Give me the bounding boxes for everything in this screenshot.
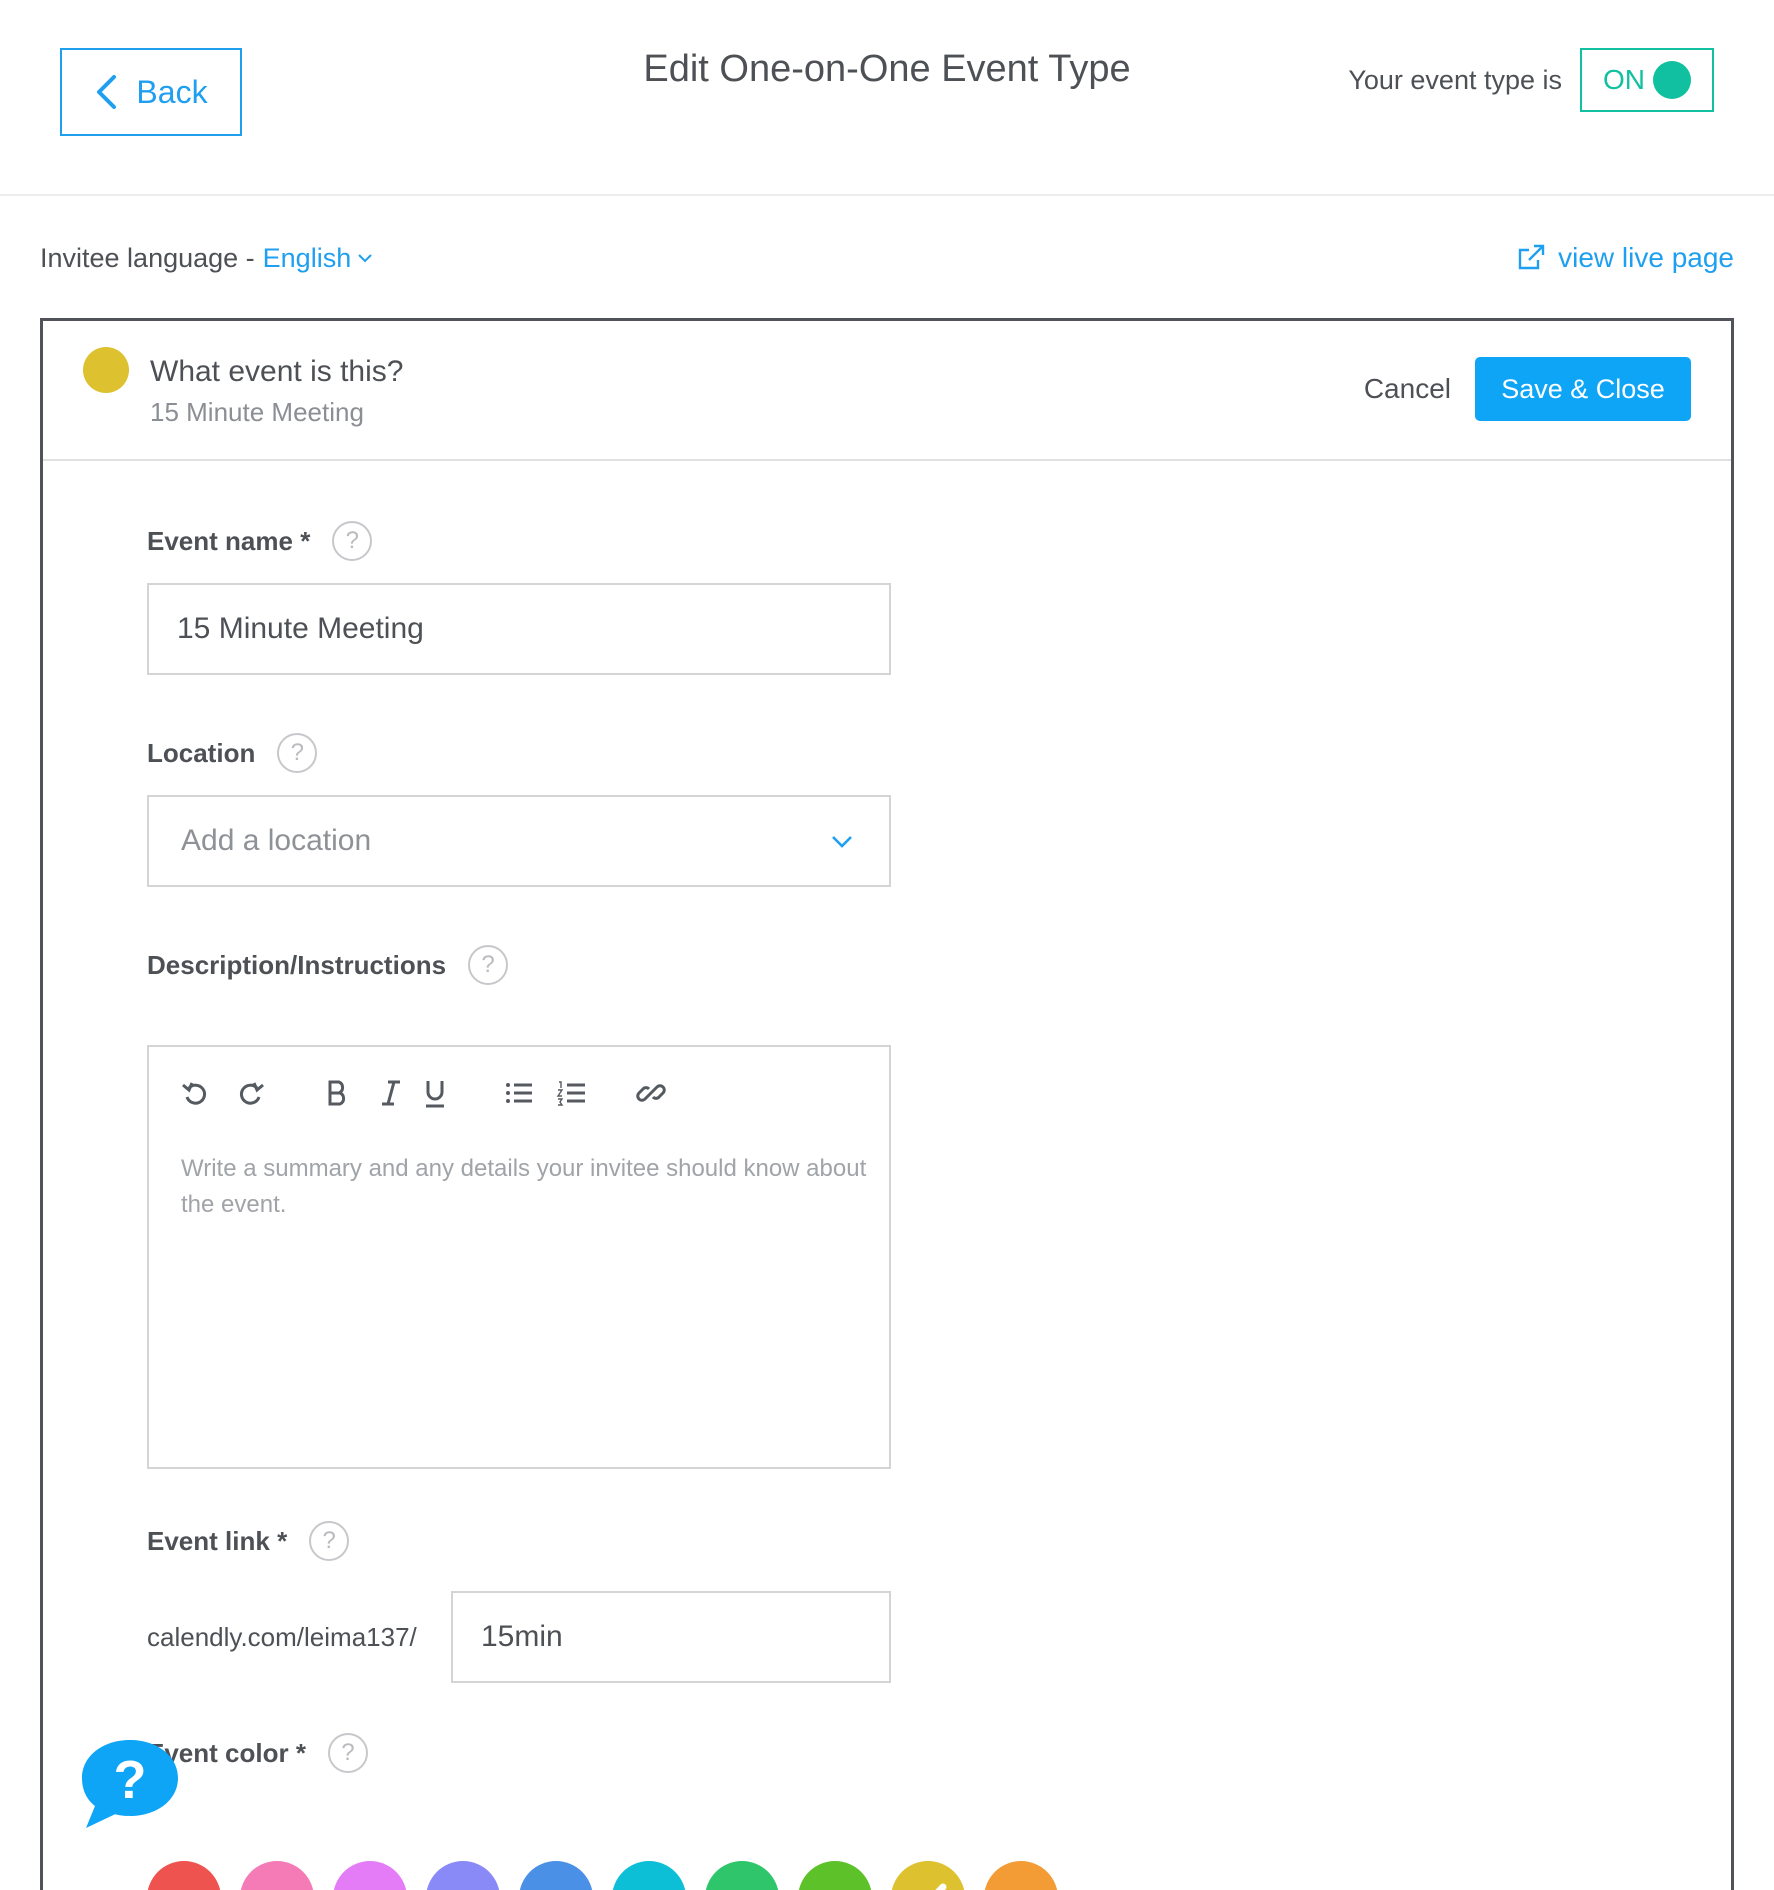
description-help-icon[interactable]: ? <box>468 945 509 985</box>
editor-toolbar <box>173 1071 673 1115</box>
top-bar: Back Edit One-on-One Event Type Your eve… <box>0 0 1774 196</box>
card-header: What event is this? 15 Minute Meeting Ca… <box>43 321 1731 461</box>
help-chat-symbol: ? <box>114 1750 147 1810</box>
checkmark-icon <box>935 1883 947 1890</box>
event-link-input[interactable]: 15min <box>451 1591 891 1683</box>
color-swatch[interactable] <box>147 1861 221 1890</box>
help-chat-icon: ? <box>82 1740 178 1828</box>
redo-icon[interactable] <box>229 1071 273 1115</box>
cancel-button[interactable]: Cancel <box>1364 373 1451 405</box>
help-chat-button[interactable]: ? <box>78 1736 182 1832</box>
card-title: What event is this? <box>150 355 404 388</box>
event-status-label: Your event type is <box>1348 64 1562 95</box>
undo-icon[interactable] <box>173 1071 217 1115</box>
location-placeholder: Add a location <box>181 824 372 857</box>
event-link-label-text: Event link <box>147 1525 270 1556</box>
required-marker: * <box>277 1525 288 1556</box>
bold-icon[interactable] <box>315 1071 359 1115</box>
bullet-list-icon[interactable] <box>497 1071 541 1115</box>
invitee-language: Invitee language - English <box>40 243 373 274</box>
color-swatch[interactable] <box>426 1861 500 1890</box>
color-swatch[interactable] <box>240 1861 314 1890</box>
event-link-label: Event link * ? <box>147 1521 350 1561</box>
description-placeholder: Write a summary and any details your inv… <box>181 1155 867 1218</box>
event-color-picker <box>147 1861 1058 1890</box>
save-close-button[interactable]: Save & Close <box>1475 357 1691 421</box>
toggle-label: ON <box>1603 64 1645 95</box>
location-label: Location ? <box>147 733 318 773</box>
required-marker: * <box>300 525 311 556</box>
view-live-page-label: view live page <box>1558 242 1734 273</box>
event-status: Your event type is ON <box>1348 48 1714 112</box>
numbered-list-icon[interactable] <box>549 1071 593 1115</box>
language-value: English <box>262 242 352 273</box>
description-label-text: Description/Instructions <box>147 949 447 980</box>
event-color-help-icon[interactable]: ? <box>327 1733 368 1773</box>
view-live-page-link[interactable]: view live page <box>1516 242 1734 274</box>
description-label: Description/Instructions ? <box>147 945 509 985</box>
chevron-down-icon <box>832 836 852 848</box>
event-status-toggle[interactable]: ON <box>1580 48 1714 112</box>
color-swatch[interactable] <box>705 1861 779 1890</box>
event-edit-card: What event is this? 15 Minute Meeting Ca… <box>40 318 1734 1890</box>
italic-icon[interactable] <box>369 1071 413 1115</box>
location-help-icon[interactable]: ? <box>277 733 318 773</box>
color-swatch-selected[interactable] <box>891 1861 965 1890</box>
event-name-input[interactable]: 15 Minute Meeting <box>147 583 891 675</box>
event-name-help-icon[interactable]: ? <box>332 521 373 561</box>
toggle-knob <box>1653 61 1691 99</box>
location-select[interactable]: Add a location <box>147 795 891 887</box>
required-marker: * <box>295 1737 306 1768</box>
invitee-language-label: Invitee language - <box>40 242 255 273</box>
color-swatch[interactable] <box>612 1861 686 1890</box>
event-name-label: Event name * ? <box>147 521 373 561</box>
underline-icon[interactable] <box>413 1071 457 1115</box>
color-swatch[interactable] <box>798 1861 872 1890</box>
event-color-dot <box>83 347 129 393</box>
event-link-prefix: calendly.com/leima137/ <box>147 1621 417 1652</box>
color-swatch[interactable] <box>333 1861 407 1890</box>
color-swatch[interactable] <box>519 1861 593 1890</box>
sub-bar: Invitee language - English view live pag… <box>40 234 1734 282</box>
event-name-label-text: Event name <box>147 525 293 556</box>
color-swatch[interactable] <box>984 1861 1058 1890</box>
event-link-help-icon[interactable]: ? <box>309 1521 350 1561</box>
link-icon[interactable] <box>629 1071 673 1115</box>
language-dropdown[interactable]: English <box>263 243 374 274</box>
description-editor[interactable]: Write a summary and any details your inv… <box>147 1045 891 1469</box>
chevron-down-icon <box>358 254 372 263</box>
card-subtitle: 15 Minute Meeting <box>150 397 364 427</box>
external-link-icon <box>1518 244 1545 270</box>
location-label-text: Location <box>147 737 256 768</box>
